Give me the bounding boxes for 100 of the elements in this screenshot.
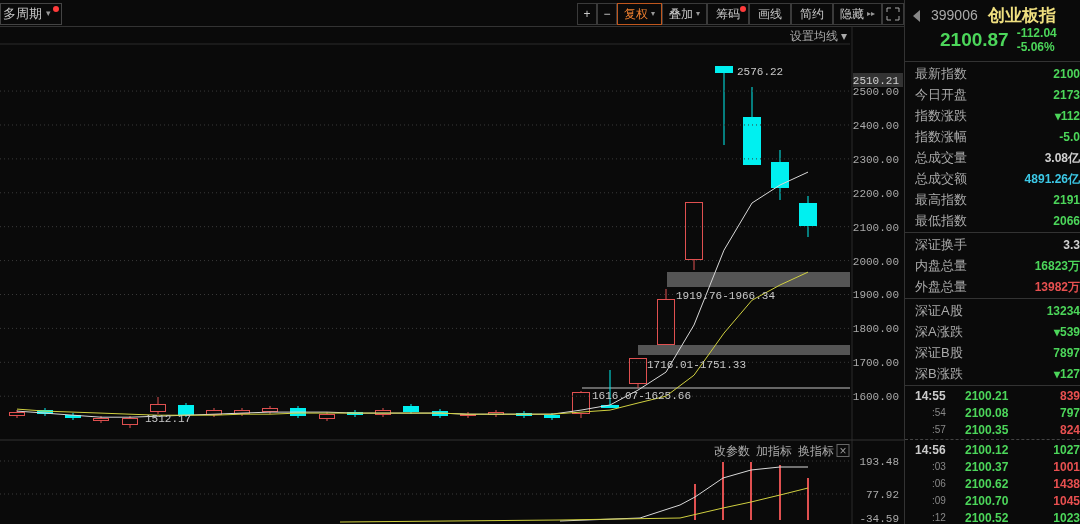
- stat-label: 总成交额: [915, 169, 967, 188]
- candle: [9, 409, 25, 419]
- index-name: 创业板指: [987, 5, 1056, 26]
- axis-label: 77.92: [866, 489, 899, 501]
- stat-label: 最高指数: [915, 190, 967, 209]
- axis-label: -34.59: [859, 513, 899, 524]
- candle: [403, 403, 419, 415]
- axis-label: 2100.00: [852, 221, 899, 234]
- stat-value: 13234: [1046, 302, 1080, 320]
- stat-label: 深证B股: [915, 343, 963, 362]
- tick-time: :54: [931, 406, 947, 420]
- stat-value: 7897: [1053, 344, 1080, 362]
- tick-volume: 824: [1058, 421, 1080, 439]
- tick-price: 2100.37: [965, 458, 1010, 476]
- toolbar-button[interactable]: 叠加 ▾: [662, 3, 707, 25]
- stat-value: 2191: [1053, 191, 1080, 209]
- candle: [37, 407, 53, 417]
- toolbar-button[interactable]: 画线: [749, 3, 791, 25]
- axis-label: 1700.00: [852, 357, 899, 370]
- stat-label: 外盘总量: [915, 277, 967, 296]
- candle: [150, 396, 166, 415]
- candle: [319, 411, 335, 422]
- ma-settings-link[interactable]: 设置均线 ▾: [790, 29, 848, 43]
- candle: [685, 201, 703, 271]
- fullscreen-icon[interactable]: [882, 3, 904, 25]
- stat-value: ▾127: [1053, 365, 1080, 383]
- tick-time: :06: [931, 477, 947, 491]
- stat-value: 2066: [1053, 212, 1080, 230]
- toolbar-button[interactable]: −: [597, 3, 617, 25]
- axis-label: 2200.00: [852, 187, 899, 200]
- indicator-button[interactable]: 加指标: [756, 444, 792, 458]
- tick-price: 2100.08: [965, 404, 1010, 422]
- toolbar-button[interactable]: 简约: [791, 3, 833, 25]
- candle: [516, 410, 532, 419]
- stat-value: 3.3: [1063, 236, 1080, 254]
- tick-volume: 1438: [1052, 475, 1080, 493]
- tick-volume: 1027: [1052, 441, 1080, 459]
- stat-label: 深A涨跌: [915, 322, 963, 341]
- stat-label: 深证A股: [915, 301, 963, 320]
- toolbar-button[interactable]: +: [577, 3, 597, 25]
- stat-label: 最低指数: [915, 211, 967, 230]
- candle: [771, 149, 789, 201]
- stat-value: 4891.26亿: [1024, 170, 1080, 188]
- current-price-label: 2510.21: [852, 73, 903, 87]
- stat-label: 深证换手: [915, 235, 967, 254]
- candle: [206, 407, 222, 418]
- tick-time: 14:56: [914, 441, 947, 459]
- stat-value: ▾112: [1054, 107, 1080, 125]
- indicator-button[interactable]: 改参数: [714, 444, 750, 458]
- tick-time: :57: [931, 423, 947, 437]
- tick-time: :03: [931, 460, 947, 474]
- close-button[interactable]: ×: [836, 444, 850, 458]
- stat-value: 16823万: [1034, 257, 1080, 275]
- candle: [93, 415, 109, 424]
- index-price: 2100.87: [940, 28, 1009, 52]
- candle: [122, 415, 138, 429]
- tick-volume: 839: [1058, 387, 1080, 405]
- axis-label: 1600.00: [852, 391, 899, 404]
- candle: [544, 412, 560, 421]
- axis-label: 2300.00: [852, 153, 899, 166]
- tick-price: 2100.35: [965, 421, 1010, 439]
- stat-label: 今日开盘: [915, 85, 967, 104]
- price-annotation: 2576.22: [737, 66, 784, 78]
- toolbar-button[interactable]: 隐藏 ▸▸: [833, 3, 882, 25]
- stat-value: -5.0: [1059, 128, 1080, 146]
- tick-price: 2100.21: [965, 387, 1010, 405]
- toolbar-button[interactable]: 筹码: [707, 3, 749, 25]
- tick-volume: 797: [1058, 404, 1080, 422]
- tick-volume: 1001: [1052, 458, 1080, 476]
- stat-label: 总成交量: [915, 148, 967, 167]
- stat-label: 深B涨跌: [915, 364, 963, 383]
- tick-price: 2100.52: [965, 509, 1010, 524]
- stat-value: 2100: [1053, 65, 1080, 83]
- tick-price: 2100.62: [965, 475, 1010, 493]
- tick-price: 2100.70: [965, 492, 1010, 510]
- candle: [290, 405, 306, 419]
- tick-volume: 1023: [1052, 509, 1080, 524]
- stat-value: 2173: [1053, 86, 1080, 104]
- tick-volume: 1045: [1052, 492, 1080, 510]
- price-change: -112.04: [1016, 26, 1057, 41]
- price-annotation: 1512.17: [145, 413, 192, 425]
- stat-label: 内盘总量: [915, 256, 967, 275]
- back-arrow-icon[interactable]: [913, 9, 921, 22]
- stat-label: 指数涨跌: [915, 106, 967, 125]
- candle: [629, 357, 647, 389]
- axis-label: 2400.00: [852, 120, 899, 132]
- axis-label: 2000.00: [852, 255, 899, 268]
- stat-label: 指数涨幅: [915, 127, 967, 146]
- candle: [657, 288, 675, 346]
- stat-value: 3.08亿: [1044, 149, 1080, 167]
- period-dropdown[interactable]: 多周期 ▾: [0, 3, 62, 25]
- stat-label: 最新指数: [915, 64, 967, 83]
- candle: [234, 407, 250, 417]
- indicator-button[interactable]: 换指标: [798, 444, 834, 458]
- tick-price: 2100.12: [965, 441, 1010, 459]
- tick-time: 14:55: [914, 387, 947, 405]
- candle: [262, 405, 278, 415]
- stat-value: 13982万: [1034, 278, 1080, 296]
- toolbar-button[interactable]: 复权 ▾: [617, 3, 662, 25]
- axis-label: 2500.00: [852, 86, 899, 99]
